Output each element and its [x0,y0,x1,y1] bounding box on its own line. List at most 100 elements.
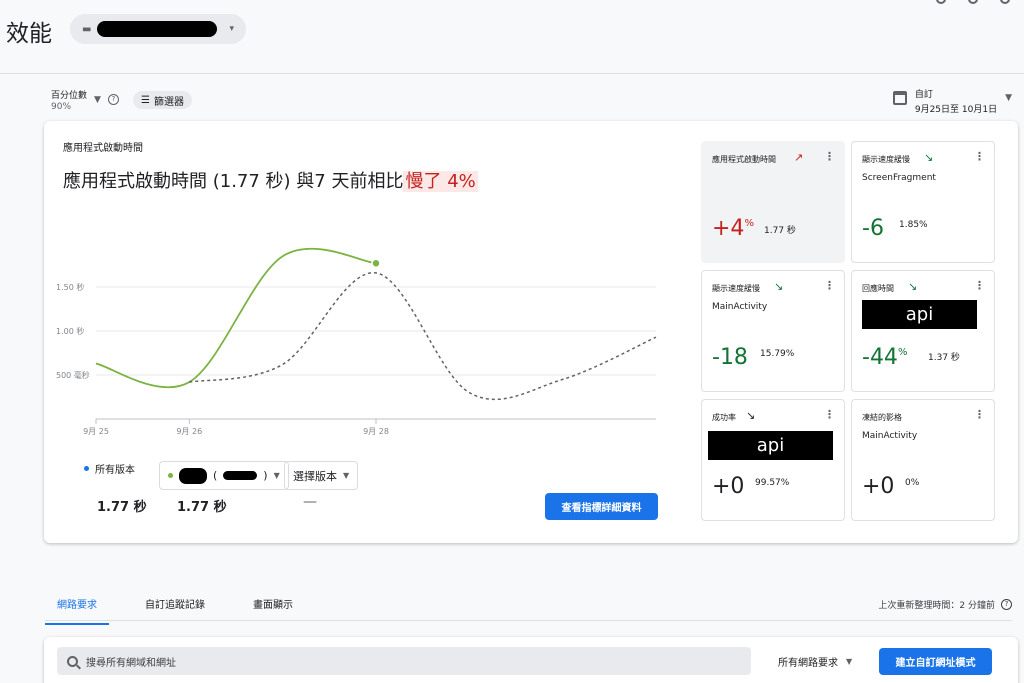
filter-chip[interactable]: ☰ 篩選器 [133,91,192,109]
more-vert-icon[interactable]: ⋮ [974,150,985,163]
more-vert-icon[interactable]: ⋮ [974,408,985,421]
chevron-down-icon[interactable]: ▼ [94,95,101,105]
series-line-current [95,247,377,389]
view-details-button[interactable]: 查看指標詳細資料 [545,493,658,520]
x-tick-label: 9月 25 [83,427,109,436]
more-vert-icon[interactable]: ⋮ [824,408,835,421]
divider [0,73,1024,74]
header-actions [936,0,1010,4]
more-icon[interactable] [1000,0,1010,4]
tile-delta: -6 [862,216,884,241]
version-paren-open: ( [213,469,218,482]
redacted-version [179,467,207,484]
chevron-down-icon: ▼ [273,471,280,480]
page-title: 效能 [6,21,52,47]
search-placeholder: 搜尋所有網域和網址 [86,657,176,669]
last-refresh-text: 上次重新整理時間：2 分鐘前 [878,601,995,611]
tile-name: 應用程式啟動時間 [712,155,776,164]
app-selector[interactable]: ▬ ▾ [70,14,246,44]
tile-name: 成功率 [712,413,736,422]
trend-down-icon: ↘ [924,151,934,164]
android-icon: ▬ [82,23,92,35]
overview-card: 應用程式啟動時間 應用程式啟動時間 (1.77 秒) 與7 天前相比 慢了 4% … [44,121,1018,543]
search-input[interactable]: 搜尋所有網域和網址 [57,647,751,675]
tile-metric: 99.57% [755,478,790,488]
tile-app-startup[interactable]: 應用程式啟動時間 ↗ ⋮ +4% 1.77 秒 [701,141,845,263]
filter-icon: ☰ [141,94,150,106]
tile-delta: +0 [712,474,745,499]
tile-name: 回應時間 [862,284,894,293]
chevron-down-icon: ▾ [229,24,234,34]
y-tick-label: 1.50 秒 [56,282,84,292]
date-range-selector[interactable]: 自訂 9月25日至 10月1日 ▼ [892,87,1012,115]
legend-all-versions: 所有版本 [84,461,135,476]
network-search-panel: 搜尋所有網域和網址 所有網路要求 ▼ 建立自訂網址模式 [44,637,1018,683]
percentile-label: 百分位數 [51,91,88,101]
notifications-icon[interactable] [968,0,978,4]
tile-success-rate[interactable]: 成功率 ↘ ⋮ api +0 99.57% [701,399,845,521]
percentile-selector[interactable]: 百分位數 90% [51,88,87,112]
series-point [371,258,381,268]
trend-down-icon: ↘ [746,409,756,422]
chevron-down-icon: ▼ [343,471,350,480]
help-icon[interactable]: ? [1001,599,1012,610]
more-vert-icon[interactable]: ⋮ [974,279,985,292]
tile-sub: ScreenFragment [862,173,936,183]
tile-name: 顯示速度緩慢 [862,155,910,164]
startup-time-chart: 500 毫秒 1.00 秒 1.50 秒 9月 25 9月 26 9月 28 [56,247,657,436]
tile-name: 凍結的影格 [862,413,902,422]
request-filter-label: 所有網路要求 [778,658,838,669]
trend-up-icon: ↗ [794,151,804,164]
chevron-down-icon: ▼ [846,657,853,666]
filter-chip-label: 篩選器 [153,96,184,108]
request-filter-select[interactable]: 所有網路要求 ▼ [778,654,852,669]
choose-version-value: — [303,494,317,510]
more-vert-icon[interactable]: ⋮ [824,279,835,292]
chart-grid [96,286,656,420]
tile-metric: 1.85% [899,220,928,230]
tile-slow-rendering-mainactivity[interactable]: 顯示速度緩慢 ↘ ⋮ MainActivity -18 15.79% [701,270,845,392]
chart-ticks: 500 毫秒 1.00 秒 1.50 秒 9月 25 9月 26 9月 28 [56,282,389,436]
x-tick-label: 9月 28 [363,427,389,436]
calendar-icon [892,91,907,105]
divider [45,620,1012,621]
tile-name: 顯示速度緩慢 [712,284,760,293]
x-tick-label: 9月 26 [176,427,202,436]
version-value: 1.77 秒 [177,500,227,515]
y-tick-label: 1.00 秒 [56,326,84,336]
more-vert-icon[interactable]: ⋮ [824,150,835,163]
help-icon[interactable] [936,0,946,4]
legend-all-versions-label: 所有版本 [95,465,135,476]
chart-lines [95,247,657,401]
trend-down-icon: ↘ [774,280,784,293]
tile-metric: 15.79% [760,349,795,359]
choose-version-selector[interactable]: 選擇版本 ▼ [284,461,359,490]
percentile-value: 90% [51,102,72,112]
tile-frozen-frames[interactable]: 凍結的影格 ⋮ MainActivity +0 0% [851,399,995,521]
tile-metric: 0% [905,478,920,488]
tile-response-time[interactable]: 回應時間 ↘ ⋮ api -44% 1.37 秒 [851,270,995,392]
redacted-version-code [223,471,258,480]
version-selector[interactable]: ( ) ▼ [159,461,289,490]
tile-delta: +4% [712,216,754,241]
choose-version-label: 選擇版本 [293,469,337,483]
version-paren-close: ) [263,469,268,482]
tile-metric: 1.77 秒 [764,226,796,236]
legend-dot [168,473,173,478]
tile-metric: 1.37 秒 [928,353,960,363]
tile-slow-rendering-screenfragment[interactable]: 顯示速度緩慢 ↘ ⋮ ScreenFragment -6 1.85% [851,141,995,263]
tile-delta: +0 [862,474,895,499]
date-range: 9月25日至 10月1日 [914,105,998,115]
chevron-down-icon: ▼ [1005,93,1012,103]
all-versions-value: 1.77 秒 [97,500,147,515]
tile-delta: -18 [712,345,748,370]
tile-delta: -44% [862,345,908,370]
create-url-pattern-button[interactable]: 建立自訂網址模式 [879,648,992,675]
series-line-comparison [189,272,657,401]
help-icon[interactable]: ? [108,94,119,105]
tile-sub: MainActivity [862,431,918,441]
redacted-api-label: api [708,431,833,460]
legend-dot [84,466,89,471]
tile-sub: MainActivity [712,302,768,312]
redacted-api-label: api [862,300,977,329]
